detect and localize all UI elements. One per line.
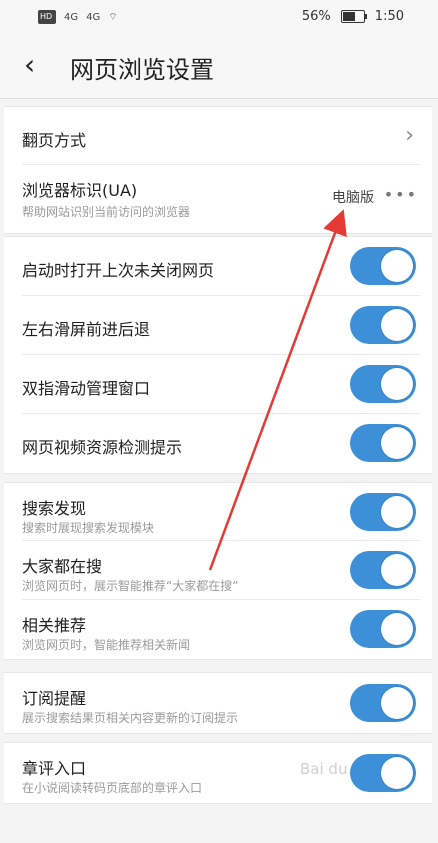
row-everyone-searching: 大家都在搜 浏览网页时，展示智能推荐“大家都在搜” <box>4 541 432 600</box>
toggle-restore-tabs[interactable] <box>350 247 416 285</box>
group-gestures: 启动时打开上次未关闭网页 左右滑屏前进后退 双指滑动管理窗口 网页视频资源检测提… <box>4 236 432 474</box>
battery-icon <box>340 10 367 23</box>
battery-percent: 56% <box>301 9 331 24</box>
row-label: 网页视频资源检测提示 <box>22 438 183 457</box>
row-label: 浏览器标识(UA) <box>22 181 138 200</box>
toggle-two-finger[interactable] <box>350 365 416 403</box>
top-bar: ‹ 网页浏览设置 <box>0 36 438 99</box>
ua-value: 电脑版 <box>332 190 374 206</box>
group-general: 翻页方式 › 浏览器标识(UA) 帮助网站识别当前访问的浏览器 电脑版 ••• <box>4 106 432 234</box>
watermark-logo: Bai du <box>300 760 348 778</box>
row-label: 相关推荐 <box>22 616 87 635</box>
chevron-right-icon: › <box>405 123 414 148</box>
row-label: 章评入口 <box>22 759 87 778</box>
row-label: 左右滑屏前进后退 <box>22 320 151 339</box>
back-chevron-icon[interactable]: ‹ <box>24 48 54 82</box>
row-swipe-nav: 左右滑屏前进后退 <box>4 296 432 355</box>
toggle-everyone-searching[interactable] <box>350 551 416 589</box>
row-page-turn[interactable]: 翻页方式 › <box>4 107 432 165</box>
toggle-subscribe-reminder[interactable] <box>350 684 416 722</box>
status-bar: HD 4G 4G ⌔ 56% 1:50 <box>0 0 438 36</box>
clock: 1:50 <box>374 9 404 24</box>
row-subscribe-reminder: 订阅提醒 展示搜索结果页相关内容更新的订阅提示 <box>4 673 432 733</box>
hd-icon: HD <box>38 10 56 24</box>
row-subtitle: 展示搜索结果页相关内容更新的订阅提示 <box>22 711 239 725</box>
status-right: 56% 1:50 <box>302 9 404 24</box>
row-label: 搜索发现 <box>22 499 87 518</box>
row-ua[interactable]: 浏览器标识(UA) 帮助网站识别当前访问的浏览器 电脑版 ••• <box>4 165 432 233</box>
row-subtitle: 浏览网页时，展示智能推荐“大家都在搜” <box>22 579 239 593</box>
page-title: 网页浏览设置 <box>70 56 214 84</box>
signal-2: 4G <box>86 11 101 23</box>
row-label: 双指滑动管理窗口 <box>22 379 151 398</box>
row-video-detect: 网页视频资源检测提示 <box>4 414 432 473</box>
row-label: 启动时打开上次未关闭网页 <box>22 261 215 280</box>
group-search: 搜索发现 搜索时展现搜索发现模块 大家都在搜 浏览网页时，展示智能推荐“大家都在… <box>4 482 432 660</box>
row-search-discover: 搜索发现 搜索时展现搜索发现模块 <box>4 483 432 541</box>
toggle-related-recommend[interactable] <box>350 610 416 648</box>
row-label: 翻页方式 <box>22 131 87 150</box>
row-subtitle: 在小说阅读转码页底部的章评入口 <box>22 781 203 795</box>
group-subscribe: 订阅提醒 展示搜索结果页相关内容更新的订阅提示 <box>4 672 432 734</box>
row-label: 订阅提醒 <box>22 689 87 708</box>
row-two-finger: 双指滑动管理窗口 <box>4 355 432 414</box>
wifi-icon: ⌔ <box>108 11 118 23</box>
more-dots-icon[interactable]: ••• <box>384 185 418 204</box>
row-subtitle: 浏览网页时，智能推荐相关新闻 <box>22 638 191 652</box>
row-subtitle: 搜索时展现搜索发现模块 <box>22 521 155 535</box>
status-left: HD 4G 4G ⌔ <box>38 10 118 24</box>
row-restore-tabs: 启动时打开上次未关闭网页 <box>4 237 432 296</box>
toggle-search-discover[interactable] <box>350 493 416 531</box>
signal-1: 4G <box>64 11 79 23</box>
toggle-swipe-nav[interactable] <box>350 306 416 344</box>
row-related-recommend: 相关推荐 浏览网页时，智能推荐相关新闻 <box>4 600 432 659</box>
toggle-video-detect[interactable] <box>350 424 416 462</box>
row-subtitle: 帮助网站识别当前访问的浏览器 <box>22 205 191 219</box>
row-label: 大家都在搜 <box>22 557 103 576</box>
